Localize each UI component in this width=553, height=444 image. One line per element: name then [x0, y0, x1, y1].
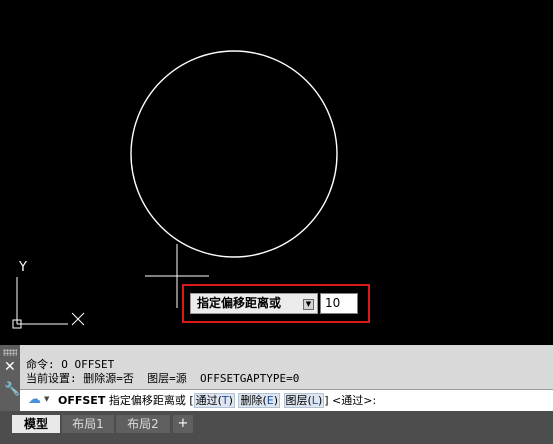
command-name: OFFSET [58, 394, 106, 407]
wrench-icon[interactable]: 🔧 [4, 383, 20, 396]
ucs-y-label: Y [18, 260, 27, 275]
option-bracket-close: ] [324, 394, 329, 407]
command-input[interactable]: ☁ ▼ OFFSET 指定偏移距离或 [通过(T) 删除(E) 图层(L)] <… [20, 389, 553, 411]
tab-layout1[interactable]: 布局1 [62, 415, 114, 433]
history-line: 当前设置: 删除源=否 图层=源 OFFSETGAPTYPE=0 [26, 372, 300, 385]
offset-distance-input[interactable]: 10 [320, 293, 358, 314]
add-layout-button[interactable]: + [173, 415, 193, 433]
command-line-window: ✕ 🔧 命令: O OFFSET 当前设置: 删除源=否 图层=源 OFFSETG… [0, 345, 553, 411]
command-cloud-icon[interactable]: ☁ [28, 393, 41, 407]
close-icon[interactable]: ✕ [4, 360, 16, 374]
option-bracket-open: [ [189, 394, 194, 407]
circle-entity[interactable] [130, 50, 338, 258]
history-line: 命令: O OFFSET [26, 358, 115, 371]
command-prompt-line: OFFSET 指定偏移距离或 [通过(T) 删除(E) 图层(L)] <通过>: [58, 393, 377, 408]
dynamic-input-prompt-text: 指定偏移距离或 [197, 296, 282, 310]
dynamic-input-prompt: 指定偏移距离或 [190, 293, 318, 314]
grip-handle-icon[interactable] [3, 349, 17, 356]
default-option: <通过>: [332, 394, 377, 407]
command-prompt-text: 指定偏移距离或 [108, 394, 186, 407]
ucs-icon [12, 277, 85, 329]
command-line-sidebar: ✕ 🔧 [0, 345, 20, 411]
tab-layout2[interactable]: 布局2 [116, 415, 170, 433]
dropdown-arrow-icon[interactable]: ▼ [303, 299, 314, 310]
offset-distance-value: 10 [325, 296, 341, 310]
chevron-down-icon[interactable]: ▼ [44, 395, 49, 403]
option-erase[interactable]: 删除(E) [238, 393, 280, 408]
layout-tab-bar: 模型 布局1 布局2 + [0, 411, 553, 444]
option-through[interactable]: 通过(T) [193, 393, 235, 408]
command-history: 命令: O OFFSET 当前设置: 删除源=否 图层=源 OFFSETGAPTY… [26, 358, 299, 386]
option-layer[interactable]: 图层(L) [283, 393, 325, 408]
tab-model[interactable]: 模型 [12, 415, 60, 433]
